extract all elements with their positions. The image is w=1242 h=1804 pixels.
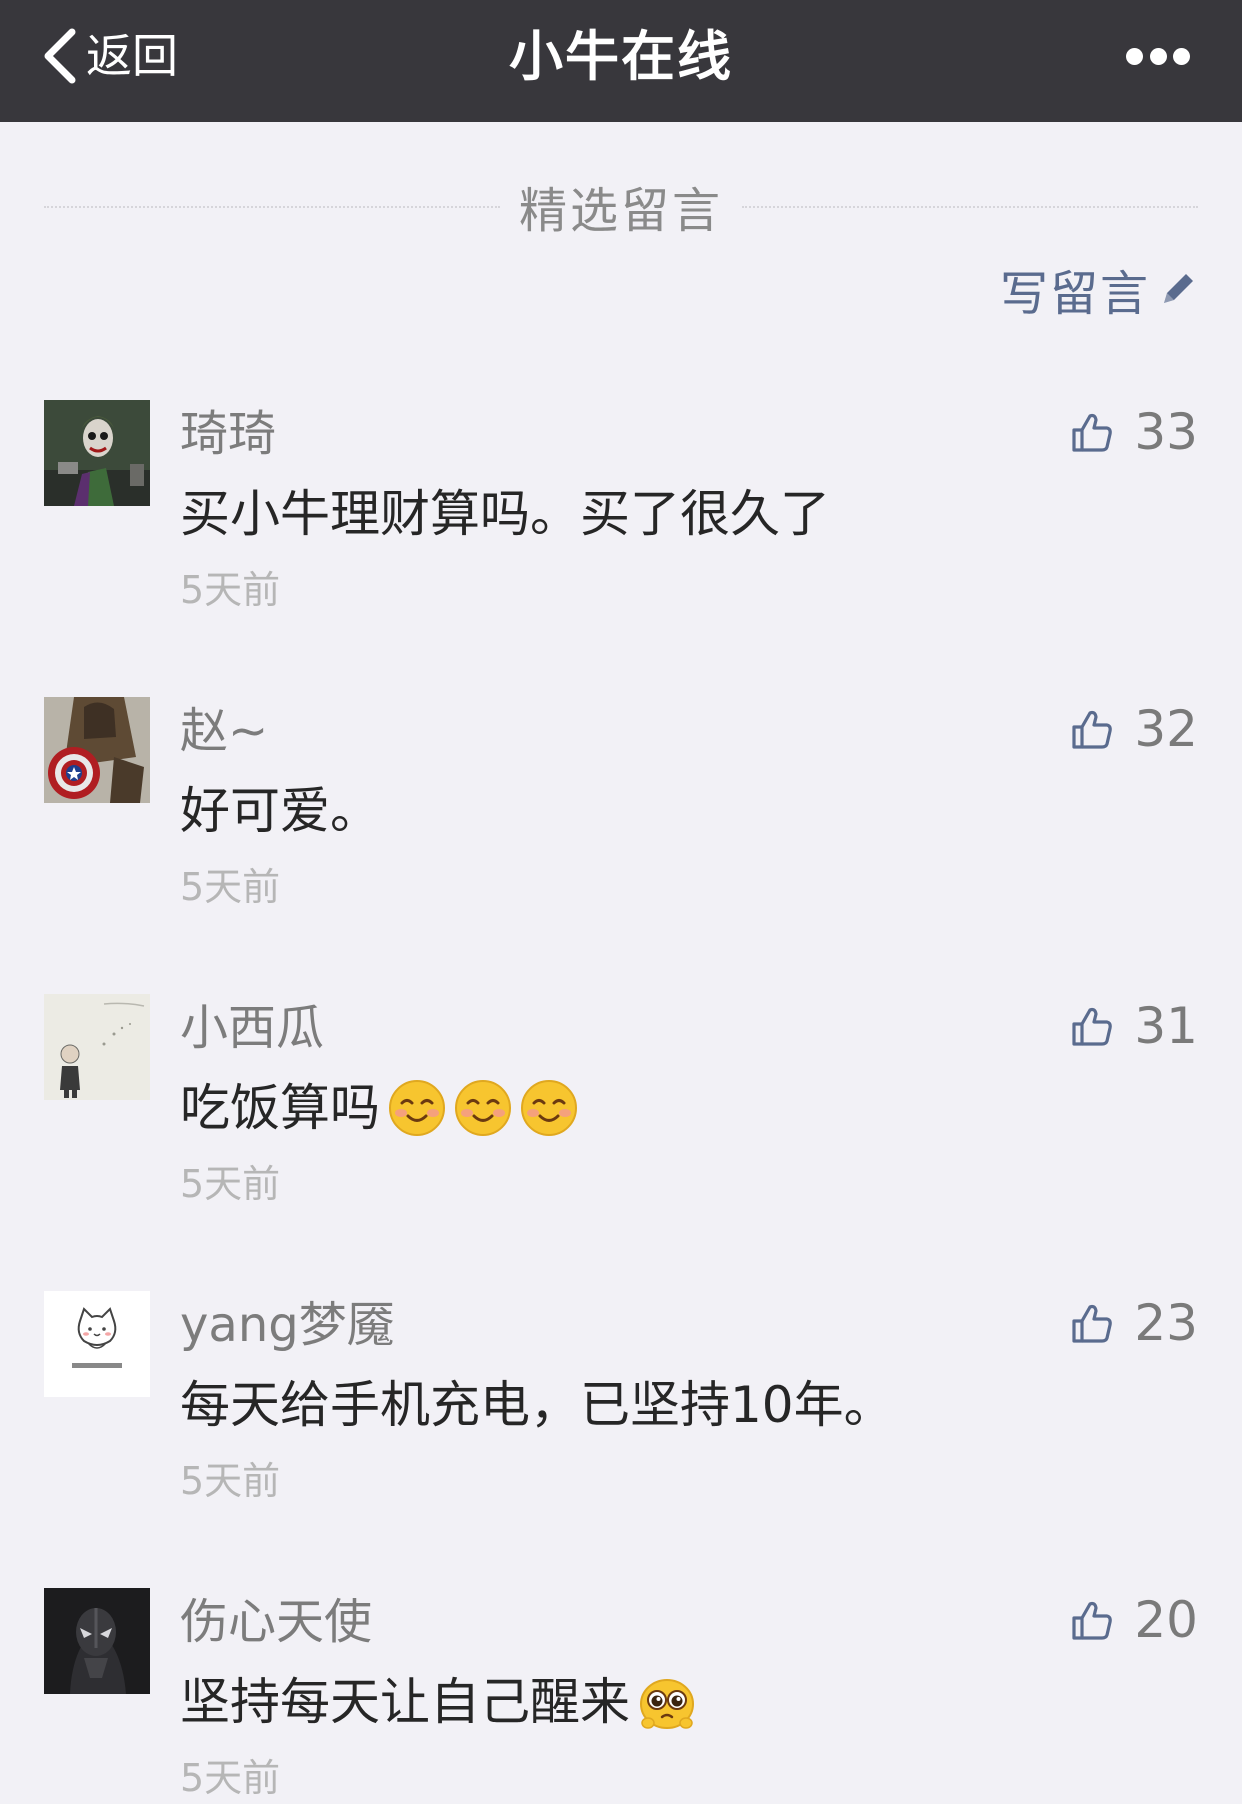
shield-avatar[interactable]: [44, 697, 150, 803]
commenter-name[interactable]: 赵~: [180, 699, 268, 763]
like-button[interactable]: 23: [1070, 1291, 1198, 1355]
dot: [1149, 47, 1167, 65]
comment-time: 5天前: [180, 1162, 281, 1206]
more-dots-icon[interactable]: [1126, 44, 1190, 68]
commenter-name[interactable]: 伤心天使: [180, 1590, 372, 1654]
commenter-name[interactable]: 小西瓜: [180, 996, 324, 1060]
like-count: 31: [1134, 997, 1198, 1055]
comment-text: 每天给手机充电，已坚持10年。: [180, 1376, 894, 1434]
comment-text: 坚持每天让自己醒来: [180, 1673, 630, 1731]
sketch-avatar[interactable]: [44, 994, 150, 1100]
like-count: 23: [1134, 1294, 1198, 1352]
dot: [1126, 47, 1143, 65]
cat-avatar[interactable]: [44, 1291, 150, 1397]
comment-item: yang梦魇 每天给手机充电，已坚持10年。 5天前 23: [0, 1291, 1242, 1551]
comment-item: 伤心天使 坚持每天让自己醒来 5天前 20: [0, 1588, 1242, 1804]
chevron-left-icon: [44, 28, 76, 84]
comment-text: 买小牛理财算吗。买了很久了: [180, 485, 830, 543]
comment-text-row: 坚持每天让自己醒来: [180, 1668, 696, 1736]
back-button[interactable]: 返回: [40, 24, 178, 88]
like-button[interactable]: 31: [1070, 994, 1198, 1058]
thumbs-up-icon: [1072, 1304, 1113, 1343]
section-title: 精选留言: [518, 183, 723, 239]
write-comment-label: 写留言: [999, 266, 1150, 322]
dark-hero-avatar[interactable]: [44, 1588, 150, 1694]
navigation-bar: 返回 小牛在线: [0, 0, 1242, 122]
pencil-icon: [1164, 274, 1193, 303]
section-header: 精选留言: [0, 172, 1242, 240]
blush-emoji: [454, 1079, 512, 1137]
commenter-name[interactable]: 琦琦: [180, 402, 276, 466]
like-button[interactable]: 20: [1070, 1588, 1198, 1652]
comment-text-row: 每天给手机充电，已坚持10年。: [180, 1371, 894, 1439]
comment-time: 5天前: [180, 568, 281, 612]
commenter-name[interactable]: yang梦魇: [180, 1293, 395, 1357]
write-comment-button[interactable]: 写留言: [1000, 256, 1198, 322]
dot: [1173, 47, 1190, 65]
thumbs-up-icon: [1072, 710, 1113, 749]
comment-time: 5天前: [180, 865, 281, 909]
pleading-emoji: [638, 1673, 696, 1731]
like-button[interactable]: 32: [1070, 697, 1198, 761]
like-count: 32: [1134, 700, 1198, 758]
comment-text-row: 吃饭算吗: [180, 1074, 578, 1142]
comment-text: 吃饭算吗: [180, 1079, 380, 1137]
comment-time: 5天前: [180, 1459, 281, 1503]
thumbs-up-icon: [1072, 413, 1113, 452]
comment-item: 琦琦 买小牛理财算吗。买了很久了 5天前 33: [0, 400, 1242, 660]
comment-item: 小西瓜 吃饭算吗 5天前 31: [0, 994, 1242, 1254]
comment-text-row: 买小牛理财算吗。买了很久了: [180, 480, 830, 548]
comment-time: 5天前: [180, 1756, 281, 1800]
divider-left: [44, 206, 500, 208]
blush-emoji: [388, 1079, 446, 1137]
back-label: 返回: [86, 29, 178, 83]
divider-right: [742, 206, 1198, 208]
like-count: 20: [1134, 1591, 1198, 1649]
blush-emoji: [520, 1079, 578, 1137]
like-count: 33: [1134, 403, 1198, 461]
comment-text-row: 好可爱。: [180, 777, 380, 845]
thumbs-up-icon: [1072, 1007, 1113, 1046]
joker-avatar[interactable]: [44, 400, 150, 506]
like-button[interactable]: 33: [1070, 400, 1198, 464]
comment-text: 好可爱。: [180, 782, 380, 840]
thumbs-up-icon: [1072, 1601, 1113, 1640]
page-title: 小牛在线: [509, 25, 733, 88]
comment-item: 赵~ 好可爱。 5天前 32: [0, 697, 1242, 957]
